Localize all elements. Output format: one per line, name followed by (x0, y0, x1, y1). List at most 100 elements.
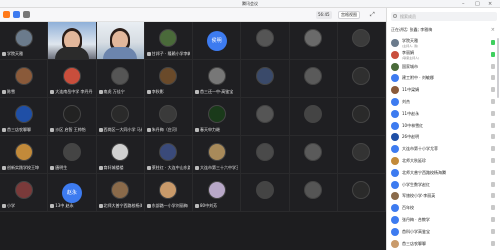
participant-tile[interactable]: 甘邦子 · 隆赖小学李峰 (144, 22, 193, 60)
participant-tile[interactable]: 学院天雅 (0, 22, 49, 60)
participant-tile[interactable]: 大连市第三十六中学王赫东 (193, 136, 242, 174)
minimize-icon[interactable]: – (462, 1, 465, 7)
participant-tile[interactable] (241, 60, 290, 98)
participant-tile[interactable]: 南虎 万佳宁 (96, 60, 145, 98)
search-input[interactable]: 搜索成员 (391, 12, 497, 21)
avatar (352, 143, 371, 161)
mic-icon[interactable] (491, 51, 495, 57)
member-name: 北师大秋延珍 (402, 157, 426, 163)
mic-icon[interactable] (491, 157, 495, 163)
participant-tile[interactable]: 首三店农聊聊 (0, 98, 49, 136)
member-item[interactable]: 学院天雅 (主持人, 我) (387, 37, 500, 49)
member-item[interactable]: 北师大普宁西路校杨海腾 (387, 167, 500, 179)
participant-tile[interactable] (337, 60, 386, 98)
mic-icon[interactable] (491, 181, 495, 187)
participant-tile[interactable]: 创新实践学校王坤 (0, 136, 49, 174)
member-item[interactable]: 首三店农聊聊 (387, 238, 500, 250)
network-icon[interactable] (13, 11, 20, 18)
participant-tile[interactable] (289, 22, 338, 60)
participant-tile[interactable]: 小学 (0, 174, 49, 212)
participant-tile[interactable]: 大连南岳中学 李丹丹 (48, 60, 97, 98)
member-item[interactable]: 李丽娟 (联席主持人) (387, 49, 500, 61)
avatar (304, 67, 323, 85)
avatar (207, 67, 226, 85)
participant-tile[interactable] (289, 136, 338, 174)
mic-icon[interactable] (491, 63, 495, 69)
participant-tile[interactable]: 东部路一小学刘丽梅 (144, 174, 193, 212)
mic-icon[interactable] (491, 169, 495, 175)
mic-icon[interactable] (491, 193, 495, 199)
avatar (352, 105, 371, 123)
member-item[interactable]: 张丹梅 · 合教学 (387, 214, 500, 226)
participant-tile[interactable] (337, 136, 386, 174)
member-name: 百年校 (402, 205, 414, 211)
participant-tile[interactable]: 朱丹梅（庄河） (144, 98, 193, 136)
mic-icon[interactable] (491, 228, 495, 234)
mic-icon[interactable] (491, 122, 495, 128)
participant-tile[interactable] (337, 174, 386, 212)
participant-name: 学院天雅 (2, 50, 45, 57)
mic-icon[interactable] (491, 240, 495, 246)
member-item[interactable]: 11中赵永 (387, 108, 500, 120)
participant-tile[interactable] (337, 22, 386, 60)
participant-tile[interactable] (337, 98, 386, 136)
mic-icon[interactable] (491, 75, 495, 81)
member-item[interactable]: 建工附中 · 刘敏娜 (387, 72, 500, 84)
participant-tile[interactable]: 首三还一中·高鉴宝 (193, 60, 242, 98)
info-icon[interactable] (3, 11, 10, 18)
member-item[interactable]: 大连市第十小学尤菲 (387, 143, 500, 155)
participant-tile[interactable] (48, 22, 97, 60)
participant-tile[interactable] (241, 22, 290, 60)
member-item[interactable]: 小学生数学赵红 (387, 179, 500, 191)
participant-name-text: 朱丹梅（庄河） (151, 127, 180, 132)
mic-icon[interactable] (491, 146, 495, 152)
participant-name: 东部路一小学刘丽梅 (146, 202, 190, 209)
participant-tile[interactable] (289, 174, 338, 212)
meeting-timer: 56:45 (316, 11, 332, 19)
participant-name-text: 小学 (7, 203, 15, 208)
participant-tile[interactable]: 侯明 (193, 22, 242, 60)
layout-button[interactable]: 宫格视图 (338, 11, 360, 19)
participant-tile[interactable] (289, 98, 338, 136)
member-item[interactable]: 国家城市 (387, 61, 500, 73)
member-item[interactable]: 首科小学高鉴宝 (387, 226, 500, 238)
participant-tile[interactable]: 北师大普宁西路校杨海腾 (96, 174, 145, 212)
member-item[interactable]: 百年校 (387, 202, 500, 214)
participant-name-text: 李秋影 (151, 89, 164, 94)
maximize-icon[interactable]: □ (475, 1, 480, 7)
mic-icon[interactable] (491, 205, 495, 211)
participant-tile[interactable]: 李秋影 (144, 60, 193, 98)
mic-icon[interactable] (491, 110, 495, 116)
participant-tile[interactable] (241, 136, 290, 174)
participant-tile[interactable]: 沙区 启智 王帅怡 (48, 98, 97, 136)
participant-tile[interactable]: 春天申力继 (193, 98, 242, 136)
close-panel-icon[interactable]: × (491, 25, 495, 35)
mic-muted-icon (50, 127, 55, 132)
participant-tile[interactable]: 莱柱红 · 大连中山东路 (144, 136, 193, 174)
mic-icon[interactable] (491, 134, 495, 140)
participant-tile[interactable]: 唐明生 (48, 136, 97, 174)
participant-tile[interactable] (241, 174, 290, 212)
member-item[interactable]: 刘杰 (387, 96, 500, 108)
participant-tile[interactable]: 西岗区一大同小学 马红梅 (96, 98, 145, 136)
participant-tile[interactable]: 赵永 13中 赵永 (48, 174, 97, 212)
mic-icon[interactable] (491, 216, 495, 222)
mic-icon[interactable] (491, 40, 495, 45)
mic-icon[interactable] (491, 87, 495, 93)
mic-icon[interactable] (491, 98, 495, 104)
participant-tile[interactable] (96, 22, 145, 60)
participant-tile[interactable] (289, 60, 338, 98)
member-item[interactable]: 10中林雪红 (387, 120, 500, 132)
participant-tile[interactable]: 陈雪 (0, 60, 49, 98)
member-list-scrollbar[interactable] (497, 38, 499, 98)
member-item[interactable]: 26中赵明 (387, 131, 500, 143)
shield-icon[interactable] (23, 11, 30, 18)
member-item[interactable]: 11中梁娟 (387, 84, 500, 96)
close-icon[interactable]: × (488, 1, 492, 7)
member-item[interactable]: 军旅校小学·李丽英 (387, 190, 500, 202)
participant-tile[interactable] (241, 98, 290, 136)
expand-icon[interactable]: ⤢ (370, 11, 375, 19)
participant-tile[interactable]: 80中刘芳 (193, 174, 242, 212)
participant-tile[interactable]: 育轩城楼楼 (96, 136, 145, 174)
member-item[interactable]: 北师大秋延珍 (387, 155, 500, 167)
